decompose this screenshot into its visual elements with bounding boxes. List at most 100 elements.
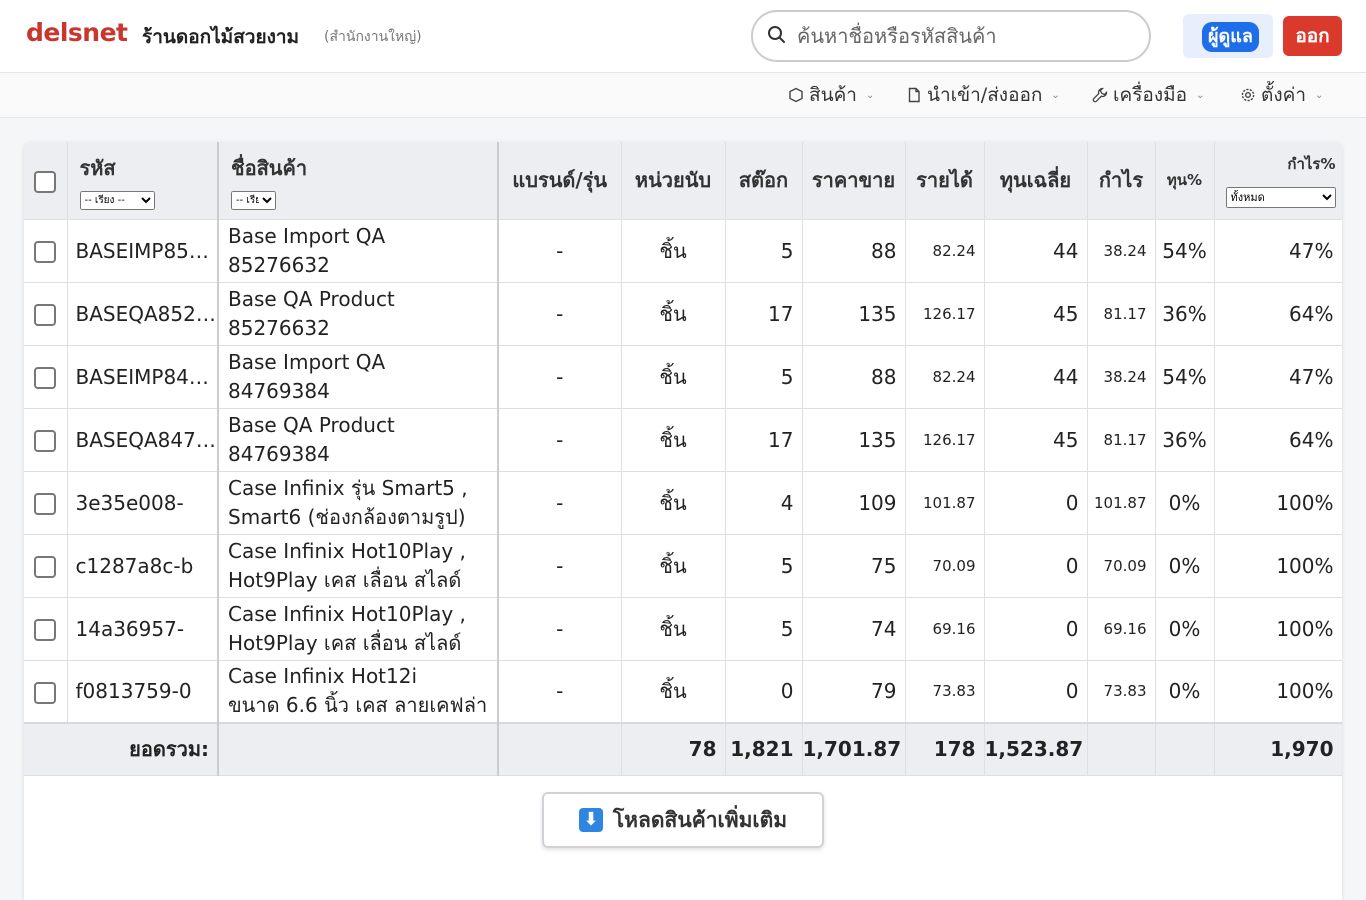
- cell-code: c1287a8c-b: [67, 534, 219, 598]
- row-checkbox[interactable]: [34, 492, 57, 515]
- cell-cost-pct: 0%: [1155, 597, 1215, 661]
- cell-brand: -: [498, 219, 622, 283]
- row-checkbox[interactable]: [34, 303, 57, 326]
- cell-cost-pct: 0%: [1155, 660, 1215, 724]
- box-icon: [789, 87, 803, 103]
- load-more-button[interactable]: ⬇ โหลดสินค้าเพิ่มเติม: [542, 792, 824, 848]
- totals-empty: [1087, 722, 1156, 776]
- cell-name[interactable]: Base Import QA 84769384: [218, 345, 499, 409]
- menu-import-export[interactable]: นำเข้า/ส่งออก ⌄: [906, 82, 1060, 108]
- row-select-cell: [24, 660, 68, 724]
- search-icon: [768, 26, 785, 43]
- header-price: ราคาขาย: [802, 142, 906, 220]
- cell-cost-pct: 0%: [1155, 471, 1215, 535]
- table-row[interactable]: BASEIMP85276632 Base Import QA 85276632 -ชิ…: [24, 219, 1342, 283]
- product-table: รหัส -- เรียง -- ชื่อสินค้า -- เรียง -- …: [24, 142, 1342, 776]
- cell-price: 135: [802, 408, 906, 472]
- cell-stock: 17: [725, 282, 803, 346]
- table-row[interactable]: BASEQA84769384 Base QA Product 84769384 -ชิ…: [24, 408, 1342, 472]
- admin-button[interactable]: ผู้ดูแล: [1202, 22, 1259, 52]
- cell-cost-pct: 54%: [1155, 219, 1215, 283]
- totals-empty: [1155, 722, 1215, 776]
- cell-profit: 38.24: [1087, 219, 1156, 283]
- cell-code: BASEIMP85276632: [67, 219, 219, 283]
- row-select-cell: [24, 345, 68, 409]
- wrench-icon: [1092, 87, 1108, 103]
- row-checkbox[interactable]: [34, 429, 57, 452]
- search-input[interactable]: [797, 20, 1137, 52]
- table-row[interactable]: BASEIMP84769384 Base Import QA 84769384 -ชิ…: [24, 345, 1342, 409]
- cell-unit: ชิ้น: [621, 471, 726, 535]
- table-row[interactable]: 3e35e008- Case Infinix รุ่น Smart5 , Smart…: [24, 471, 1342, 535]
- table-row[interactable]: c1287a8c-b Case Infinix Hot10Play , Hot9Pl…: [24, 534, 1342, 598]
- row-checkbox[interactable]: [34, 366, 57, 389]
- menu-settings[interactable]: ตั้งค่า ⌄: [1240, 82, 1323, 108]
- cell-unit: ชิ้น: [621, 282, 726, 346]
- cell-unit: ชิ้น: [621, 345, 726, 409]
- totals-price: 1,821: [725, 722, 803, 776]
- code-sort-select[interactable]: -- เรียง --: [79, 191, 155, 211]
- cell-avg-cost: 0: [984, 660, 1088, 724]
- cell-code: 3e35e008-: [67, 471, 219, 535]
- chevron-down-icon: ⌄: [1196, 89, 1205, 101]
- totals-label: ยอดรวม:: [24, 722, 219, 776]
- cell-avg-cost: 44: [984, 219, 1088, 283]
- cell-unit: ชิ้น: [621, 534, 726, 598]
- cell-profit-pct: 64%: [1214, 408, 1342, 472]
- cell-price: 88: [802, 219, 906, 283]
- totals-row: ยอดรวม: 78 1,821 1,701.87 178 1,523.87 1…: [24, 722, 1342, 776]
- menu-settings-label: ตั้งค่า: [1261, 84, 1306, 106]
- cell-code: BASEIMP84769384: [67, 345, 219, 409]
- cell-name-line1: Base QA Product: [228, 286, 395, 311]
- search-box[interactable]: [751, 10, 1151, 62]
- cell-brand: -: [498, 345, 622, 409]
- cell-name[interactable]: Case Infinix Hot12i ขนาด 6.6 นิ้ว เคส ลาย…: [218, 660, 499, 724]
- totals-avg-cost: 178: [905, 722, 985, 776]
- cell-profit-pct: 100%: [1214, 471, 1342, 535]
- top-bar: delsnet ร้านดอกไม้สวยงาม (สำนักงานใหญ่) …: [0, 0, 1366, 73]
- cell-name-line2: 85276632: [228, 315, 330, 340]
- cell-name[interactable]: Case Infinix รุ่น Smart5 , Smart6 (ช่องกล…: [218, 471, 499, 535]
- cell-code: 14a36957-: [67, 597, 219, 661]
- select-all-checkbox[interactable]: [34, 170, 57, 193]
- cell-name[interactable]: Base Import QA 85276632: [218, 219, 499, 283]
- cell-brand: -: [498, 282, 622, 346]
- row-checkbox[interactable]: [34, 618, 57, 641]
- cell-stock: 5: [725, 219, 803, 283]
- cell-name[interactable]: Base QA Product 85276632: [218, 282, 499, 346]
- row-checkbox[interactable]: [34, 240, 57, 263]
- cell-brand: -: [498, 597, 622, 661]
- cell-name-line1: Base Import QA: [228, 349, 386, 374]
- cell-avg-cost: 0: [984, 597, 1088, 661]
- row-select-cell: [24, 282, 68, 346]
- table-row[interactable]: 14a36957- Case Infinix Hot10Play , Hot9Pla…: [24, 597, 1342, 661]
- cell-cost-pct: 36%: [1155, 408, 1215, 472]
- cell-avg-cost: 45: [984, 282, 1088, 346]
- cell-stock: 5: [725, 345, 803, 409]
- name-sort-select[interactable]: -- เรียง --: [231, 191, 276, 211]
- header-name-label: ชื่อสินค้า: [231, 156, 308, 181]
- table-row[interactable]: f0813759-0 Case Infinix Hot12i ขนาด 6.6 นิ…: [24, 660, 1342, 724]
- logout-button[interactable]: ออก: [1283, 16, 1342, 56]
- cell-stock: 4: [725, 471, 803, 535]
- row-checkbox[interactable]: [34, 681, 57, 704]
- header-profit-pct-label: กำไร%: [1287, 155, 1336, 174]
- menu-tools[interactable]: เครื่องมือ ⌄: [1092, 82, 1204, 108]
- profit-filter-select[interactable]: ทั้งหมด: [1225, 187, 1336, 209]
- menu-products[interactable]: สินค้า ⌄: [788, 82, 874, 108]
- menu-products-label: สินค้า: [809, 84, 857, 106]
- totals-empty: [498, 722, 622, 776]
- brand-logo[interactable]: delsnet: [26, 18, 128, 47]
- cell-name[interactable]: Case Infinix Hot10Play , Hot9Play เคส เลื…: [218, 534, 499, 598]
- cell-name[interactable]: Case Infinix Hot10Play , Hot9Play เคส เลื…: [218, 597, 499, 661]
- cell-cost-pct: 36%: [1155, 282, 1215, 346]
- cell-name-line1: Base Import QA: [228, 223, 386, 248]
- cell-profit: 101.87: [1087, 471, 1156, 535]
- row-checkbox[interactable]: [34, 555, 57, 578]
- menu-bar: สินค้า ⌄ นำเข้า/ส่งออก ⌄ เครื่องมือ ⌄ ตั…: [0, 73, 1366, 118]
- row-select-cell: [24, 408, 68, 472]
- cell-name[interactable]: Base QA Product 84769384: [218, 408, 499, 472]
- table-row[interactable]: BASEQA85276632 Base QA Product 85276632 -ชิ…: [24, 282, 1342, 346]
- cell-avg-cost: 0: [984, 471, 1088, 535]
- cell-stock: 0: [725, 660, 803, 724]
